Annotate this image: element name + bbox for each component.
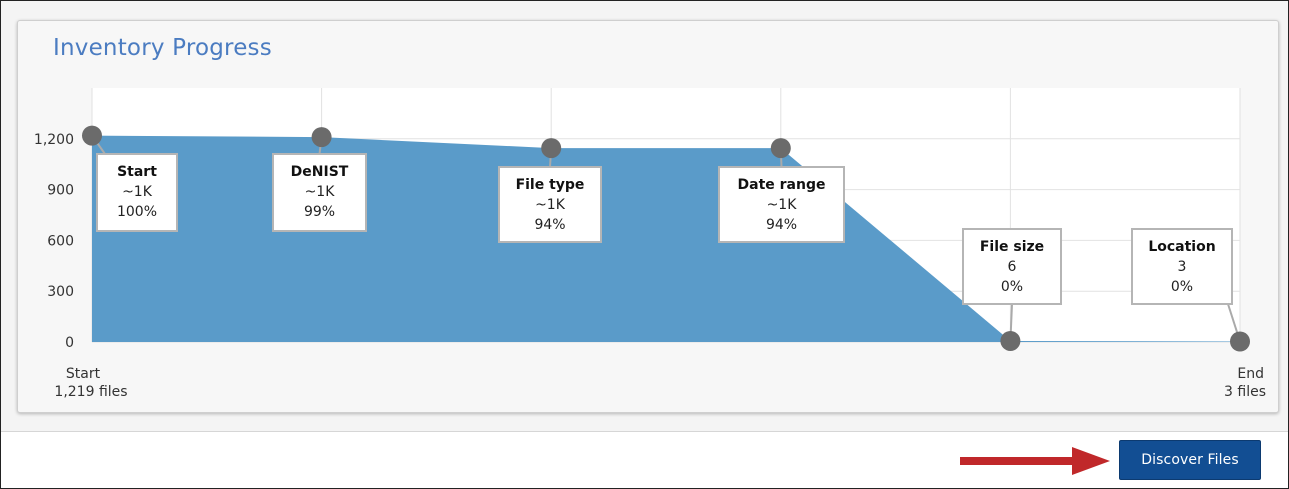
step-percent: 99% [304, 204, 335, 220]
step-marker[interactable] [770, 138, 791, 159]
step-count: 3 [1178, 259, 1187, 275]
step-percent: 100% [117, 204, 157, 220]
step-name: File type [516, 177, 585, 193]
discover-files-button[interactable]: Discover Files [1119, 440, 1261, 480]
step-name: Location [1148, 239, 1215, 255]
arrow-icon [960, 447, 1110, 475]
step-name: Start [117, 164, 157, 180]
step-marker[interactable] [82, 125, 102, 146]
y-tick-label: 0 [65, 335, 74, 351]
step-marker[interactable] [541, 138, 562, 159]
x-start-label: Start [66, 366, 101, 382]
step-percent: 94% [766, 217, 797, 233]
step-marker[interactable] [1000, 330, 1021, 351]
step-count: ~1K [767, 197, 798, 213]
step-name: DeNIST [291, 164, 349, 180]
step-name: Date range [738, 177, 826, 193]
step-percent: 94% [534, 217, 565, 233]
y-tick-label: 900 [47, 183, 74, 199]
y-tick-label: 1,200 [34, 132, 74, 148]
step-name: File size [980, 239, 1044, 255]
inventory-progress-chart: 0 300 600 900 1,200 Start ~1K 100% DeNIST ~1K 99%… [34, 88, 1266, 400]
step-percent: 0% [1001, 279, 1023, 295]
step-marker[interactable] [1230, 331, 1250, 352]
x-start-sublabel: 1,219 files [54, 384, 127, 400]
step-marker[interactable] [311, 127, 332, 148]
step-count: 6 [1008, 259, 1017, 275]
step-count: ~1K [305, 184, 336, 200]
step-count: ~1K [535, 197, 566, 213]
y-axis-ticks: 0 300 600 900 1,200 [34, 132, 74, 351]
y-tick-label: 300 [47, 284, 74, 300]
x-end-sublabel: 3 files [1224, 384, 1266, 400]
step-count: ~1K [122, 184, 153, 200]
y-tick-label: 600 [47, 233, 74, 249]
step-percent: 0% [1171, 279, 1193, 295]
x-end-label: End [1237, 366, 1264, 382]
